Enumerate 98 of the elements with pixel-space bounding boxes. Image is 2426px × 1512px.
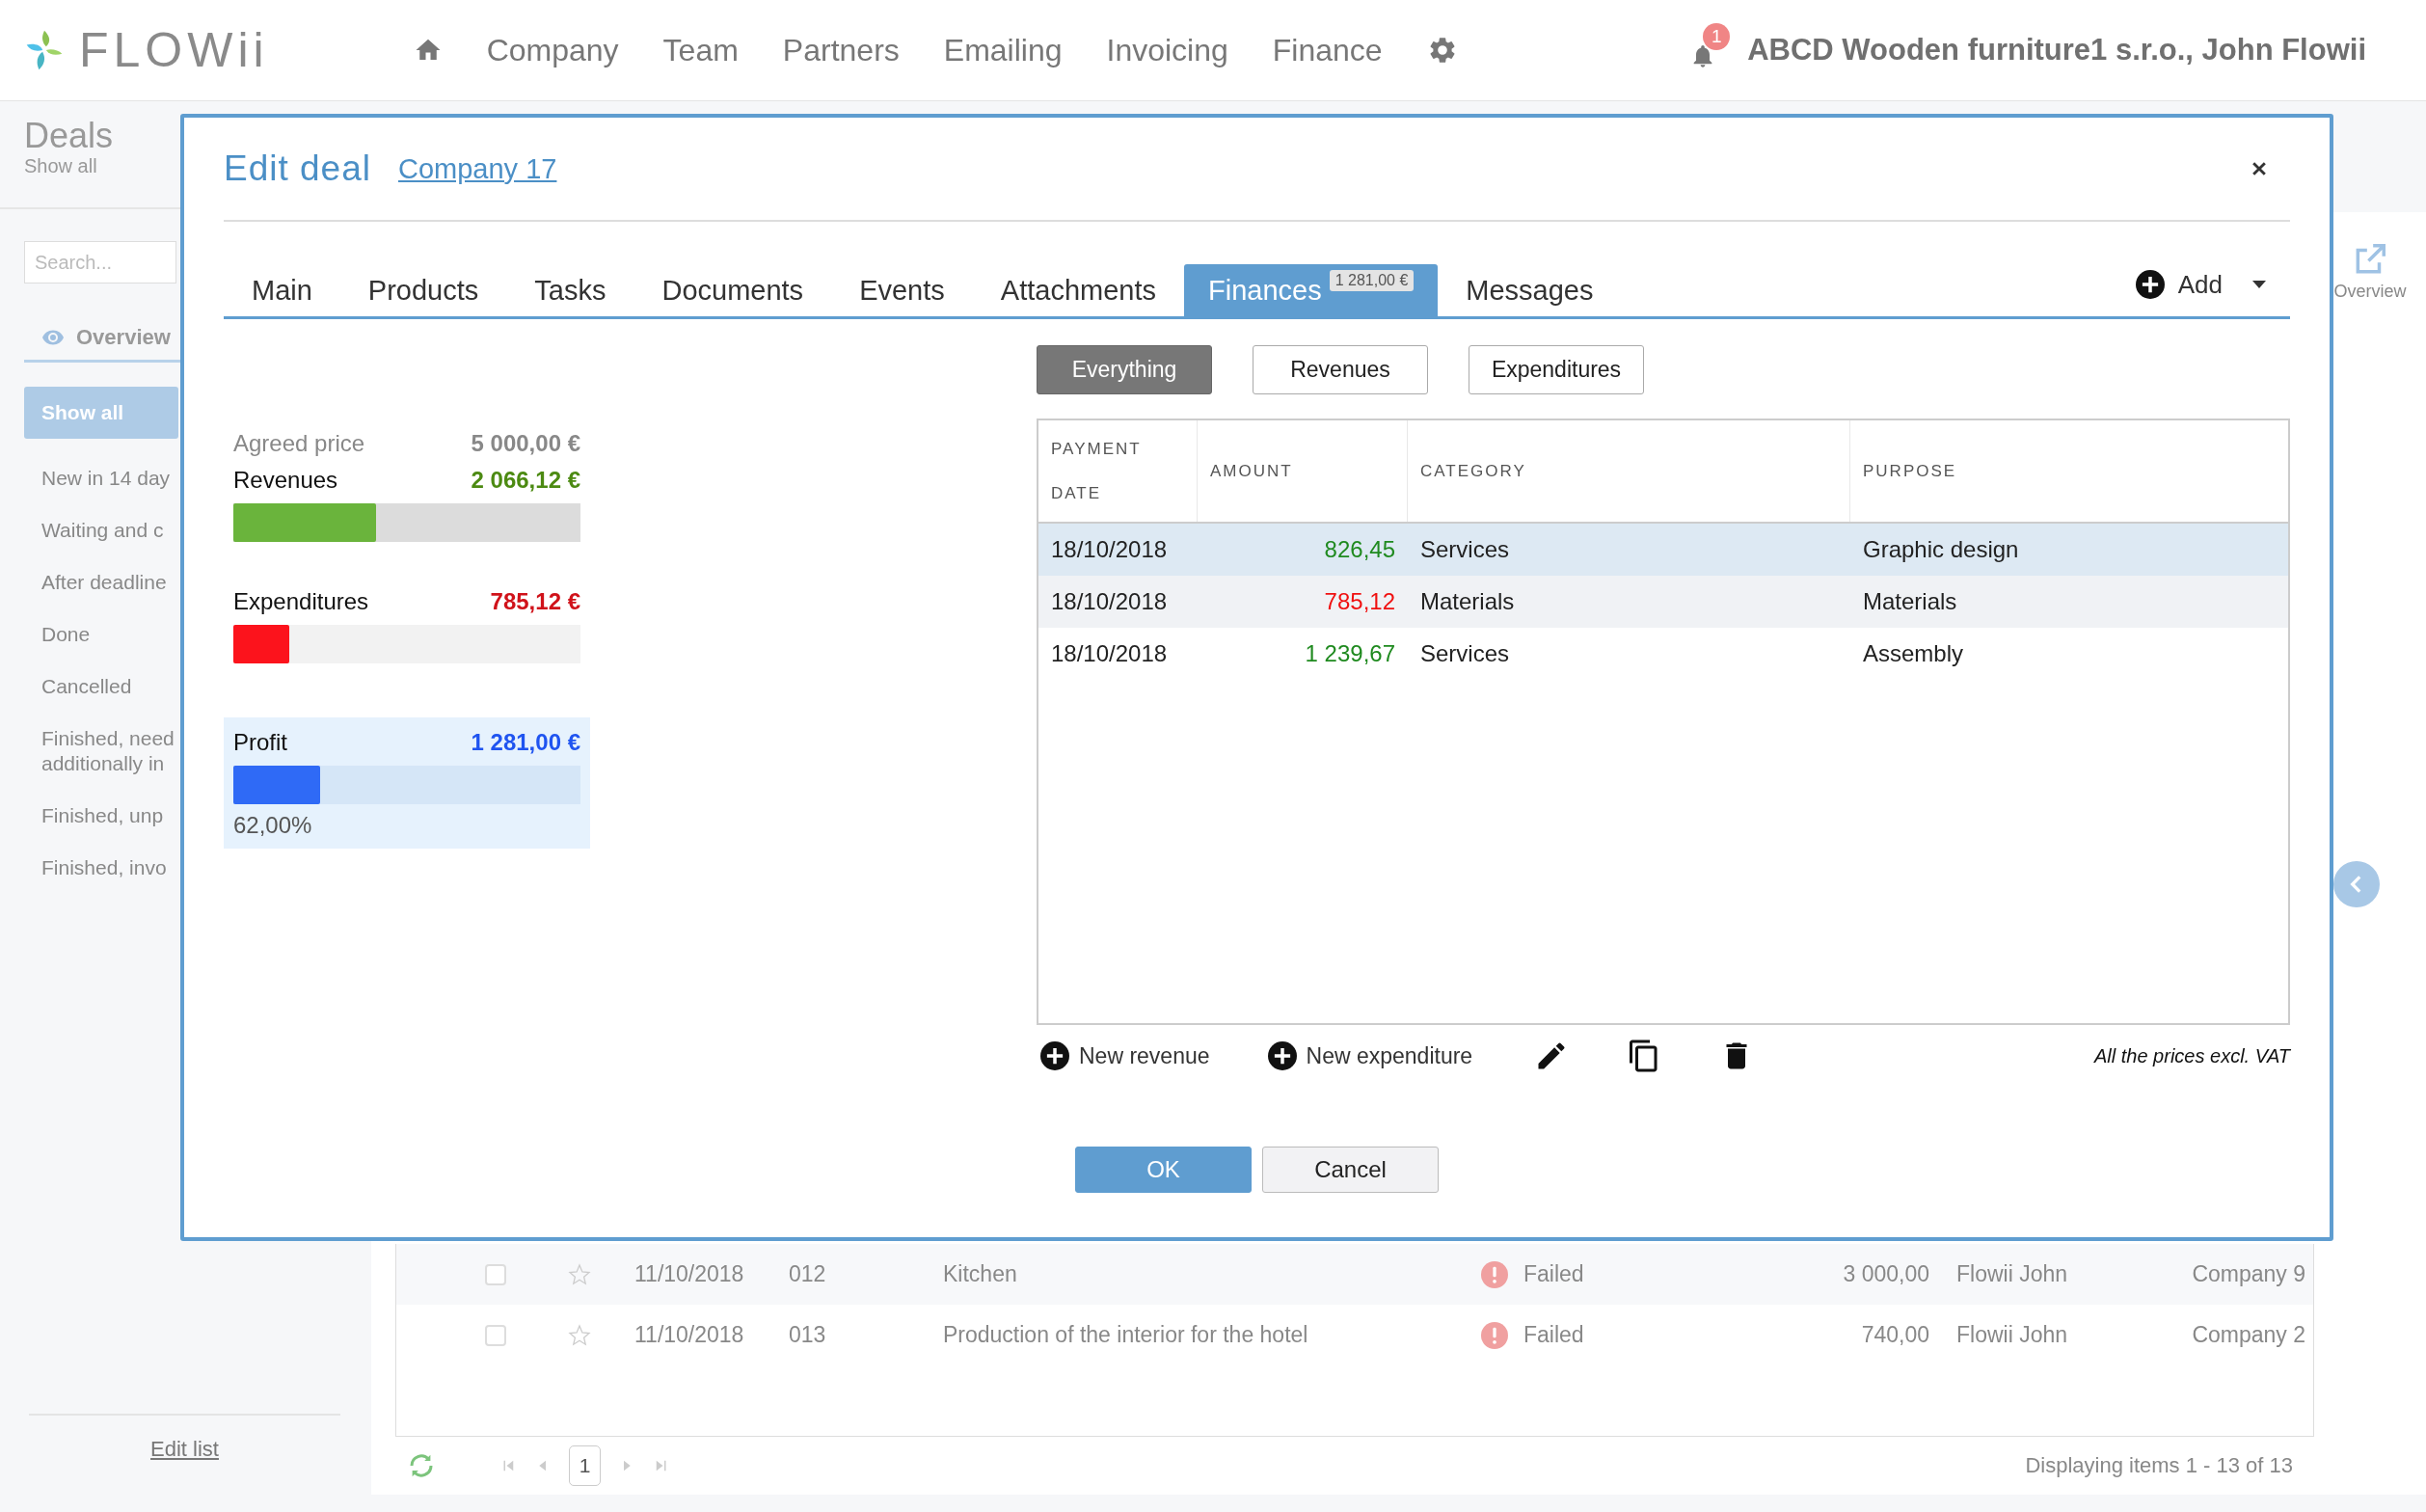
table-cell-text: 785,12 [1323, 588, 1396, 615]
new-entry-button[interactable]: New revenue [1037, 1041, 1210, 1070]
alert-icon [1481, 1260, 1508, 1288]
tab[interactable]: Events [831, 264, 973, 316]
table-cell-text: 18/10/2018 [1050, 588, 1169, 615]
tab[interactable]: Documents [633, 264, 832, 316]
sidebar-item[interactable]: New in 14 day [24, 454, 178, 502]
table-cell-text: 012 [788, 1261, 827, 1287]
sidebar-item[interactable]: Finished, invo [24, 844, 178, 892]
table-cell-text: 11/10/2018 [633, 1261, 745, 1287]
table-row[interactable]: 18/10/2018 826,45 Services Graphic design [1038, 524, 2288, 576]
profit-percent: 62,00% [232, 811, 313, 839]
tab-badge: 1 281,00 € [1329, 270, 1415, 291]
filter-button[interactable]: Expenditures [1469, 345, 1644, 394]
sidebar-item[interactable]: Waiting and c [24, 506, 178, 554]
table-cell-text: Flowii John [1955, 1322, 2069, 1348]
plus-circle-icon [1040, 1041, 1069, 1070]
alert-icon [1481, 1321, 1508, 1349]
company-link[interactable]: Company 17 [398, 152, 557, 185]
checkbox[interactable] [485, 1263, 506, 1285]
tab[interactable]: Tasks [506, 264, 634, 316]
table-cell-text: 013 [788, 1322, 827, 1348]
sidebar-item[interactable]: Finished, need additionally in [24, 715, 178, 788]
table-cell-text: Services [1419, 536, 1511, 563]
summary-value: 785,12 € [490, 588, 580, 615]
cancel-button[interactable]: Cancel [1262, 1147, 1439, 1193]
summary-value: 2 066,12 € [471, 467, 580, 494]
table-cell-text: Flowii John [1955, 1261, 2069, 1287]
page-title: Deals [24, 117, 114, 155]
table-cell-text: 11/10/2018 [633, 1322, 745, 1348]
search-field[interactable]: Search... [24, 241, 176, 284]
notification-badge: 1 [1703, 23, 1731, 50]
table-cell-text: 1 239,67 [1304, 640, 1396, 667]
account-name[interactable]: ABCD Wooden furniture1 s.r.o., John Flowii [1747, 33, 2366, 68]
new-entry-button[interactable]: New expenditure [1263, 1041, 1473, 1070]
pagination-summary: Displaying items 1 - 13 of 13 [2025, 1453, 2293, 1478]
page-number[interactable]: 1 [569, 1445, 601, 1486]
tab[interactable]: Main [224, 264, 340, 316]
table-row[interactable]: 18/10/2018 1 239,67 Services Assembly [1038, 628, 2288, 680]
tab[interactable]: Products [339, 264, 507, 316]
filter-button[interactable]: Everything [1037, 345, 1212, 394]
table-cell-text: Assembly [1862, 640, 1965, 667]
overview-label: Overview [2333, 282, 2407, 302]
table-cell-text: Company 9 [2191, 1261, 2305, 1287]
nav-link[interactable]: Emailing [943, 32, 1063, 68]
nav-link[interactable]: Partners [782, 32, 900, 68]
nav-link[interactable]: Invoicing [1106, 32, 1228, 68]
collapse-button[interactable] [2333, 861, 2380, 907]
nav-link[interactable]: Team [662, 32, 739, 68]
table-cell-text: 3 000,00 [1842, 1261, 1929, 1287]
sidebar-item[interactable]: After deadline [24, 558, 178, 607]
table-cell-text: 740,00 [1860, 1322, 1929, 1348]
tab[interactable]: Attachments [972, 264, 1184, 316]
table-cell-text: Graphic design [1862, 536, 2020, 563]
add-button[interactable]: Add [2129, 264, 2277, 305]
tab[interactable]: Finances 1 281,00 € [1184, 264, 1439, 316]
column-header: AMOUNT [1198, 420, 1408, 522]
table-cell-text: Production of the interior for the hotel [942, 1322, 1309, 1348]
table-cell-text: Kitchen [942, 1261, 1018, 1287]
table-cell-text: Company 2 [2191, 1322, 2305, 1348]
table-cell-text: Materials [1419, 588, 1516, 615]
status-text: Failed [1523, 1322, 1584, 1348]
overview-tab[interactable]: Overview [76, 324, 171, 350]
table-cell-text: 826,45 [1323, 536, 1396, 563]
page-subtitle: Show all [24, 155, 97, 177]
logo[interactable]: FLOWii [79, 22, 269, 78]
status-text: Failed [1523, 1261, 1584, 1287]
tab[interactable]: Messages [1438, 264, 1622, 316]
edit-list-link[interactable]: Edit list [150, 1437, 219, 1461]
sidebar-item[interactable]: Done [24, 610, 178, 659]
plus-circle-icon [2135, 270, 2165, 299]
overview-link[interactable]: Overview [2333, 241, 2407, 302]
star-icon[interactable] [568, 1323, 591, 1347]
summary-label: Revenues [233, 467, 338, 494]
plus-circle-icon [1267, 1041, 1297, 1070]
summary-label: Agreed price [233, 430, 365, 457]
column-header: PAYMENT DATE [1038, 420, 1198, 522]
ok-button[interactable]: OK [1075, 1147, 1252, 1193]
column-header: CATEGORY [1408, 420, 1850, 522]
table-cell-text: Materials [1862, 588, 1958, 615]
nav-link[interactable]: Finance [1272, 32, 1383, 68]
summary-label: Profit [233, 729, 287, 756]
summary-label: Expenditures [233, 588, 369, 615]
summary-value: 5 000,00 € [471, 430, 580, 457]
checkbox[interactable] [485, 1324, 506, 1346]
nav-link[interactable]: Company [486, 32, 619, 68]
table-cell-text: 18/10/2018 [1050, 640, 1169, 667]
sidebar-item[interactable]: Cancelled [24, 662, 178, 711]
vat-note: All the prices excl. VAT [2093, 1044, 2290, 1067]
column-header: PURPOSE [1862, 460, 1958, 482]
table-cell-text: Services [1419, 640, 1511, 667]
sidebar-item[interactable]: Finished, unp [24, 792, 178, 840]
dialog-title: Edit deal [224, 148, 371, 189]
table-cell-text: 18/10/2018 [1050, 536, 1169, 563]
filter-button[interactable]: Revenues [1253, 345, 1428, 394]
summary-value: 1 281,00 € [471, 729, 580, 756]
table-row[interactable]: 18/10/2018 785,12 Materials Materials [1038, 576, 2288, 628]
star-icon[interactable] [568, 1262, 591, 1286]
